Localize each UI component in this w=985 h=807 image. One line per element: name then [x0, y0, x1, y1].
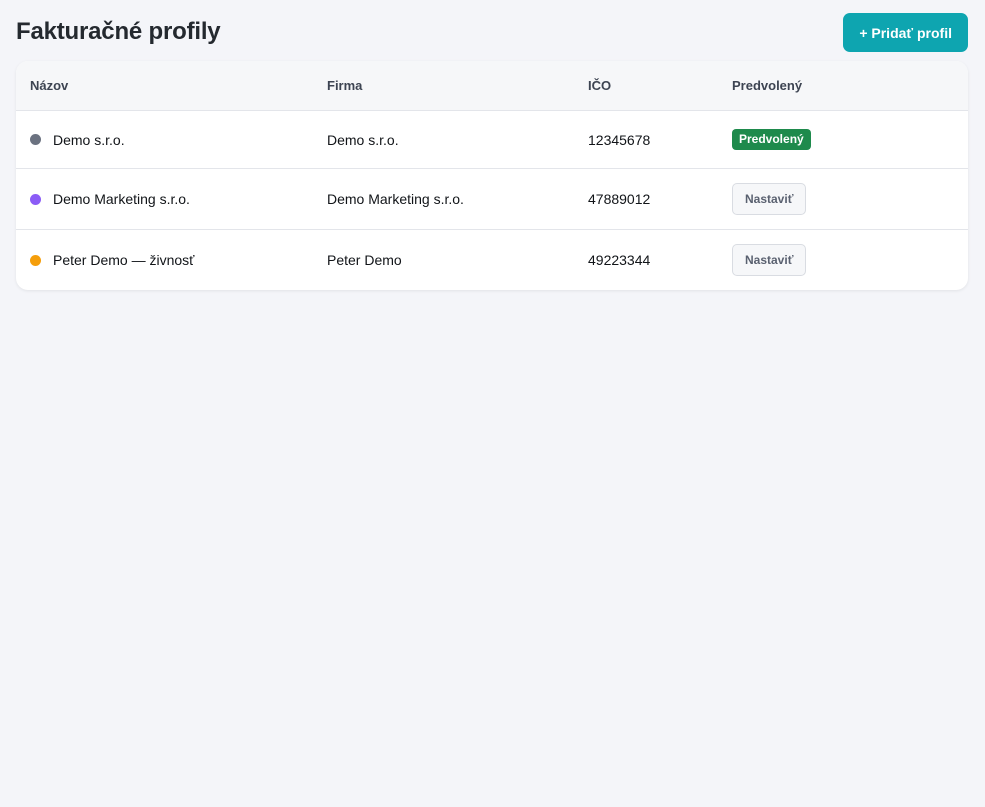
profile-name: Demo Marketing s.r.o. — [53, 191, 190, 207]
table-header-row: Názov Firma IČO Predvolený — [16, 61, 968, 111]
table-row[interactable]: Peter Demo — živnosť Peter Demo 49223344… — [16, 229, 968, 290]
page-header: Fakturačné profily + Pridať profil — [16, 13, 968, 53]
profile-name: Peter Demo — živnosť — [53, 252, 195, 268]
billing-profiles-table: Názov Firma IČO Predvolený Demo s.r.o. D… — [16, 61, 968, 290]
column-header-name[interactable]: Názov — [16, 61, 327, 111]
cell-default: Nastaviť — [732, 168, 968, 230]
add-profile-button[interactable]: + Pridať profil — [843, 13, 968, 52]
profile-color-dot — [30, 193, 41, 205]
column-header-ico[interactable]: IČO — [588, 61, 732, 111]
name-cell: Demo Marketing s.r.o. — [30, 191, 327, 207]
cell-default: Nastaviť — [732, 229, 968, 290]
table-row[interactable]: Demo s.r.o. Demo s.r.o. 12345678 Predvol… — [16, 111, 968, 169]
name-cell: Peter Demo — živnosť — [30, 252, 327, 268]
table-body: Demo s.r.o. Demo s.r.o. 12345678 Predvol… — [16, 111, 968, 290]
cell-ico: 49223344 — [588, 229, 732, 290]
table-header: Názov Firma IČO Predvolený — [16, 61, 968, 111]
set-default-button[interactable]: Nastaviť — [732, 183, 807, 215]
set-default-button[interactable]: Nastaviť — [732, 244, 807, 276]
column-header-default[interactable]: Predvolený — [732, 61, 968, 111]
default-badge: Predvolený — [732, 129, 811, 150]
cell-name: Peter Demo — živnosť — [16, 229, 327, 290]
profile-color-dot — [30, 254, 41, 266]
cell-default: Predvolený — [732, 111, 968, 169]
column-header-firm[interactable]: Firma — [327, 61, 588, 111]
cell-name: Demo s.r.o. — [16, 111, 327, 169]
billing-profiles-card: Názov Firma IČO Predvolený Demo s.r.o. D… — [16, 61, 968, 290]
profile-name: Demo s.r.o. — [53, 131, 125, 148]
cell-firm: Peter Demo — [327, 229, 588, 290]
profile-color-dot — [30, 134, 41, 145]
cell-firm: Demo s.r.o. — [327, 131, 399, 148]
cell-name: Demo Marketing s.r.o. — [16, 168, 327, 230]
cell-ico: 47889012 — [588, 168, 732, 230]
page-title: Fakturačné profily — [16, 18, 221, 45]
cell-ico: 12345678 — [588, 131, 651, 148]
name-cell: Demo s.r.o. — [30, 132, 327, 148]
table-row[interactable]: Demo Marketing s.r.o. Demo Marketing s.r… — [16, 168, 968, 230]
cell-firm: Demo Marketing s.r.o. — [327, 168, 588, 230]
